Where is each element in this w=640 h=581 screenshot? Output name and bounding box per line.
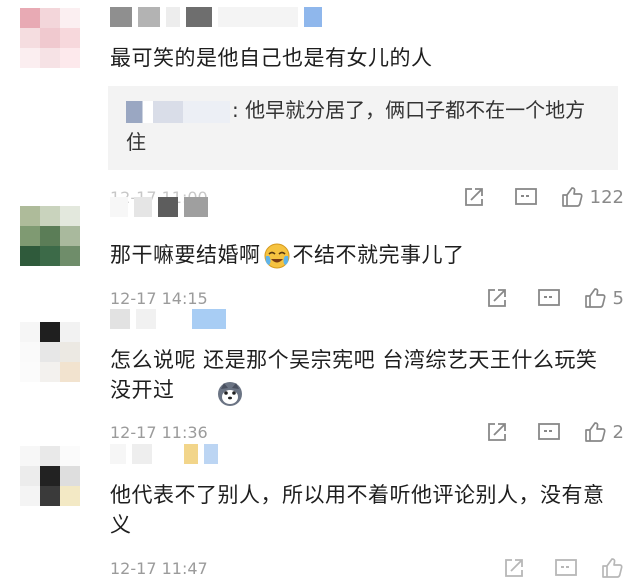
timestamp: 12-17 11:36 xyxy=(110,422,208,442)
comment-meta: 12-17 11:36 2 xyxy=(110,419,624,445)
share-icon[interactable] xyxy=(471,419,523,445)
username[interactable] xyxy=(110,443,218,465)
username[interactable] xyxy=(110,196,208,218)
quoted-reply[interactable]: : 他早就分居了，俩口子都不在一个地方住 xyxy=(108,86,618,170)
username[interactable] xyxy=(110,6,322,28)
share-icon[interactable] xyxy=(471,285,523,311)
reply-username xyxy=(126,100,230,123)
comment-icon[interactable] xyxy=(500,184,552,210)
comment-icon[interactable] xyxy=(540,555,592,581)
comment-icon[interactable] xyxy=(523,285,575,311)
timestamp: 12-17 11:47 xyxy=(110,558,208,578)
like-count: 2 xyxy=(612,421,624,443)
like-button[interactable] xyxy=(600,556,624,580)
like-button[interactable]: 5 xyxy=(583,286,624,310)
like-button[interactable]: 122 xyxy=(560,185,624,209)
comment-icon[interactable] xyxy=(523,419,575,445)
crying-laugh-emoji-icon xyxy=(263,242,291,270)
thumbs-up-icon xyxy=(560,185,584,209)
avatar[interactable] xyxy=(20,206,80,266)
comment-text: 他代表不了别人，所以用不着听他评论别人，没有意义 xyxy=(110,483,605,537)
timestamp: 12-17 14:15 xyxy=(110,288,208,308)
like-count: 122 xyxy=(589,186,624,208)
comment-text: 那干嘛要结婚啊 不结不就完事儿了 xyxy=(110,240,618,270)
comment-text-part: 那干嘛要结婚啊 xyxy=(110,243,261,267)
comment-text: 怎么说呢 还是那个吴宗宪吧 台湾综艺天王什么玩笑没开过 xyxy=(110,348,598,402)
comment-text-part: 不结不就完事儿了 xyxy=(292,243,465,267)
husky-emoji-icon xyxy=(216,380,244,408)
thumbs-up-icon xyxy=(583,286,607,310)
thumbs-up-icon xyxy=(583,420,607,444)
comment-text: 最可笑的是他自己也是有女儿的人 xyxy=(110,46,433,70)
avatar[interactable] xyxy=(20,8,80,68)
share-icon[interactable] xyxy=(488,555,540,581)
thumbs-up-icon xyxy=(600,556,624,580)
avatar[interactable] xyxy=(20,446,80,506)
avatar[interactable] xyxy=(20,322,80,382)
share-icon[interactable] xyxy=(448,184,500,210)
comment-meta: 12-17 11:47 xyxy=(110,555,624,581)
like-button[interactable]: 2 xyxy=(583,420,624,444)
like-count: 5 xyxy=(612,287,624,309)
username[interactable] xyxy=(110,308,226,330)
